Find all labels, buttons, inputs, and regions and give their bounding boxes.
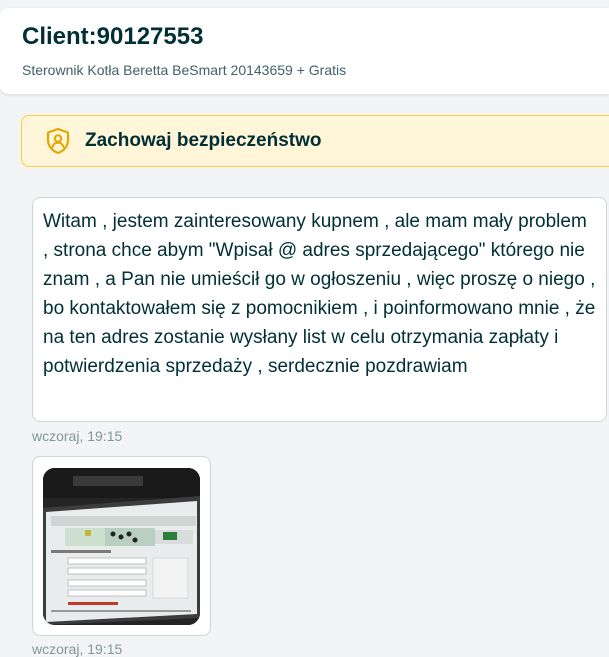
safety-banner[interactable]: Zachowaj bezpieczeństwo [21, 115, 609, 167]
listing-title[interactable]: Sterownik Kotła Beretta BeSmart 20143659… [22, 61, 609, 79]
shield-user-icon [45, 127, 71, 155]
safety-banner-label: Zachowaj bezpieczeństwo [85, 130, 322, 151]
message-timestamp: wczoraj, 19:15 [32, 641, 123, 657]
message-timestamp: wczoraj, 19:15 [32, 428, 123, 444]
message-text: Witam , jestem zainteresowany kupnem , a… [43, 211, 596, 377]
client-title: Client:90127553 [22, 23, 204, 50]
conversation-header: Client:90127553 Sterownik Kotła Beretta … [0, 8, 609, 94]
message-bubble: Witam , jestem zainteresowany kupnem , a… [32, 197, 607, 422]
image-message[interactable] [32, 456, 211, 636]
image-attachment-thumbnail[interactable] [43, 468, 200, 625]
